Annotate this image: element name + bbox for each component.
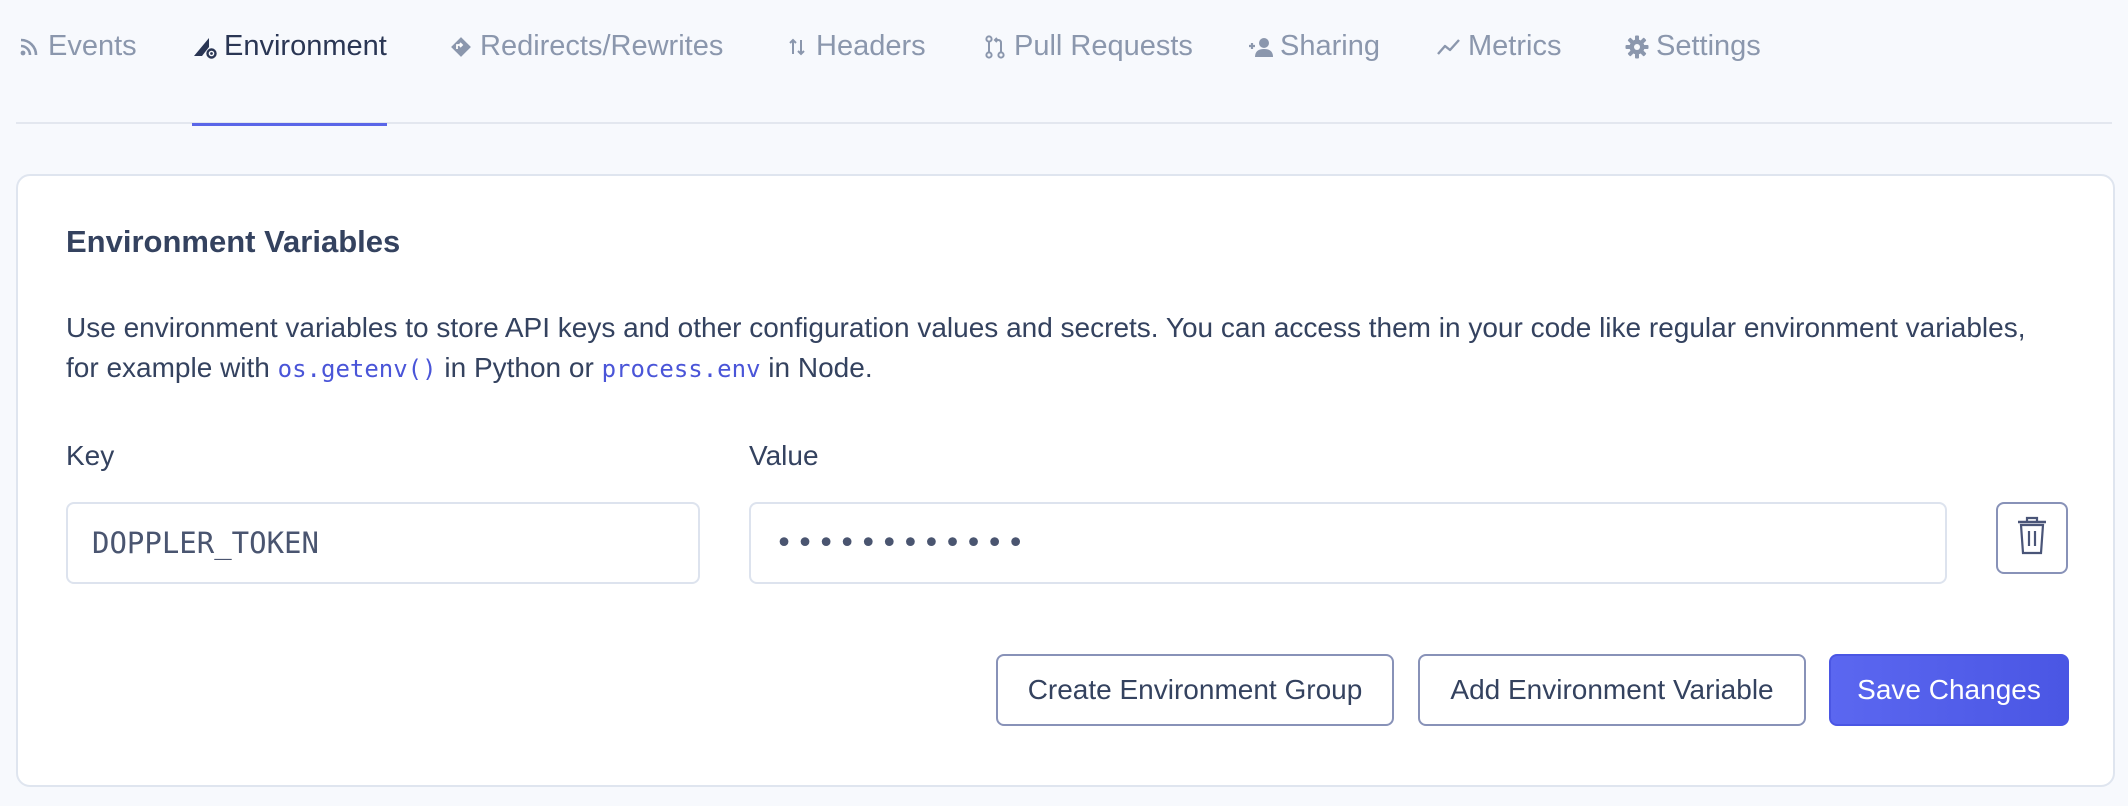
tab-environment[interactable]: Environment xyxy=(192,30,387,126)
tab-label: Events xyxy=(48,30,137,62)
rss-icon xyxy=(16,32,42,62)
create-environment-group-button[interactable]: Create Environment Group xyxy=(996,654,1394,726)
tab-label: Environment xyxy=(224,30,387,62)
description-text: in Node. xyxy=(760,352,873,383)
tab-label: Headers xyxy=(816,30,926,62)
value-label: Value xyxy=(749,440,819,471)
gear-icon xyxy=(1624,32,1650,62)
environment-variables-card: Environment Variables Use environment va… xyxy=(16,174,2115,787)
tab-label: Redirects/Rewrites xyxy=(480,30,724,62)
tab-bar: Events Environment Redirects/Rewrites He… xyxy=(16,0,2112,126)
tab-headers[interactable]: Headers xyxy=(784,30,926,124)
environment-icon xyxy=(192,32,218,62)
pull-request-icon xyxy=(982,32,1008,62)
tab-label: Pull Requests xyxy=(1014,30,1193,62)
value-input-masked: •••••••••••• xyxy=(775,525,1028,561)
code-snippet-python: os.getenv() xyxy=(277,355,437,383)
tab-events[interactable]: Events xyxy=(16,30,137,124)
value-input[interactable]: •••••••••••• xyxy=(749,502,1947,584)
tab-sharing[interactable]: Sharing xyxy=(1248,30,1380,124)
up-down-arrows-icon xyxy=(784,32,810,62)
save-changes-button[interactable]: Save Changes xyxy=(1829,654,2069,726)
trend-line-icon xyxy=(1436,32,1462,62)
add-environment-variable-button[interactable]: Add Environment Variable xyxy=(1418,654,1806,726)
diamond-arrow-icon xyxy=(448,32,474,62)
code-snippet-node: process.env xyxy=(601,355,761,383)
tab-label: Settings xyxy=(1656,30,1761,62)
delete-variable-button[interactable] xyxy=(1996,502,2068,574)
description-text: in Python or xyxy=(436,352,602,383)
tab-pull-requests[interactable]: Pull Requests xyxy=(982,30,1193,124)
tab-redirects-rewrites[interactable]: Redirects/Rewrites xyxy=(448,30,723,124)
section-description: Use environment variables to store API k… xyxy=(66,308,2056,389)
tab-metrics[interactable]: Metrics xyxy=(1436,30,1561,124)
key-input[interactable]: DOPPLER_TOKEN xyxy=(66,502,700,584)
tab-label: Sharing xyxy=(1280,30,1380,62)
trash-icon xyxy=(2017,516,2047,561)
section-title: Environment Variables xyxy=(66,224,401,259)
tab-label: Metrics xyxy=(1468,30,1562,62)
key-input-value: DOPPLER_TOKEN xyxy=(92,526,319,560)
key-label: Key xyxy=(66,440,115,471)
tab-settings[interactable]: Settings xyxy=(1624,30,1761,124)
add-user-icon xyxy=(1248,32,1274,62)
